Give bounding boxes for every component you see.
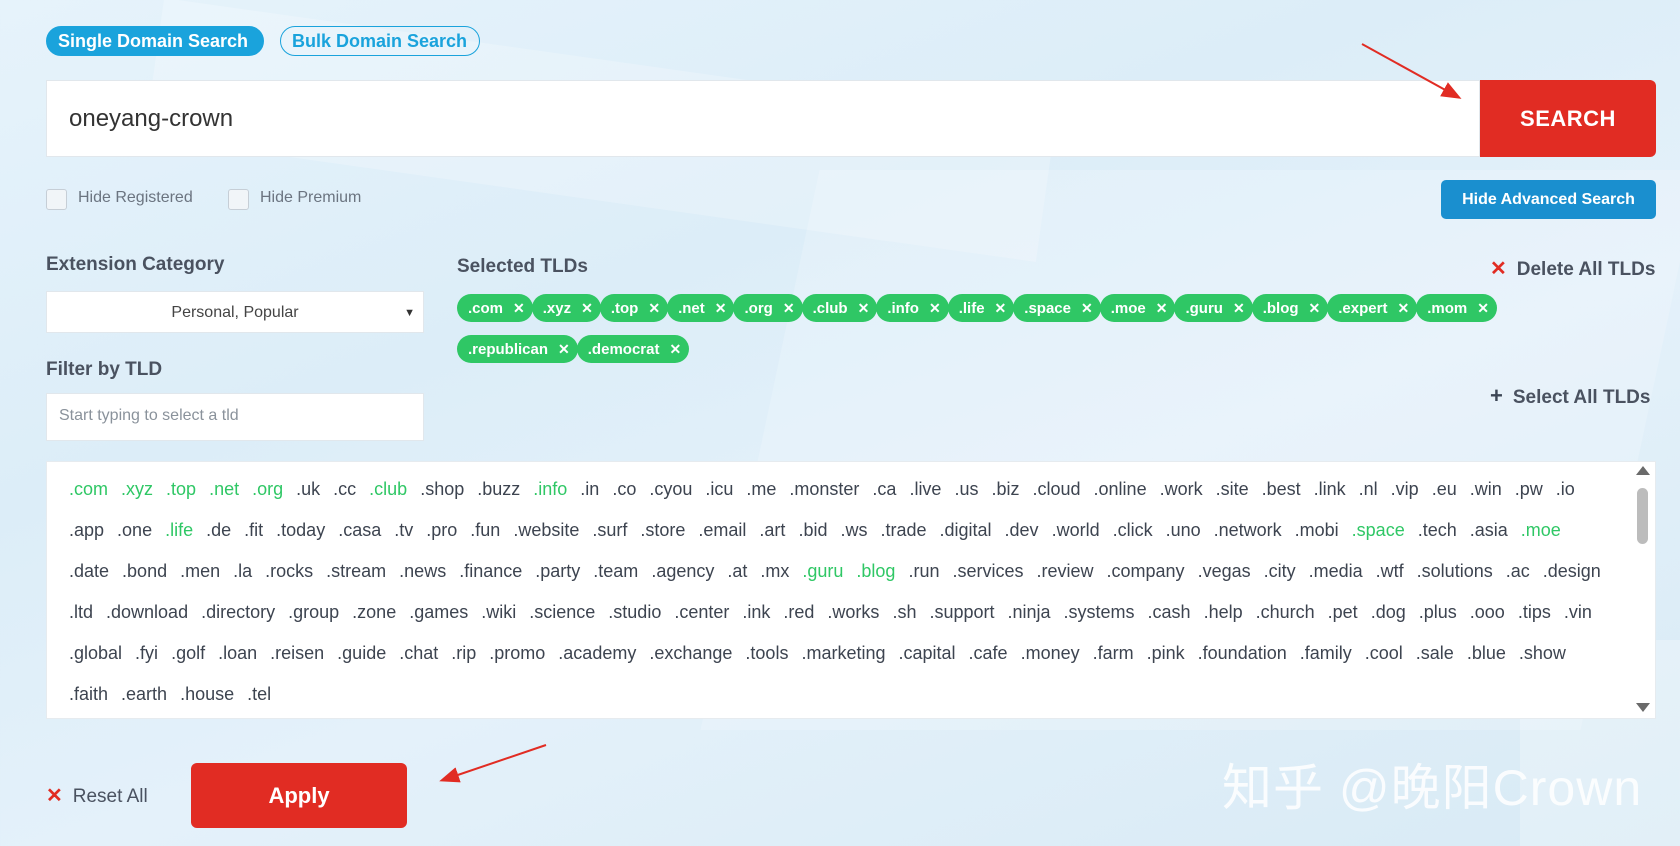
- arrow-to-apply: [439, 744, 547, 783]
- arrow-to-search: [1361, 43, 1462, 99]
- annotation-arrows: [439, 43, 1462, 783]
- watermark: 知乎 @晚阳Crown: [1222, 760, 1643, 816]
